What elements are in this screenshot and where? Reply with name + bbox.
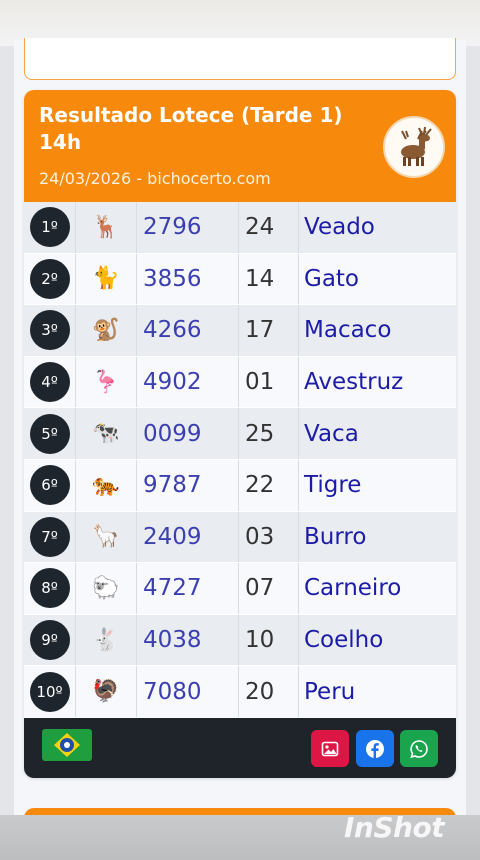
card-footer — [24, 718, 456, 778]
deer-icon — [383, 116, 445, 178]
group-number: 01 — [238, 356, 298, 408]
result-number: 2409 — [136, 511, 238, 563]
brazil-flag-icon[interactable] — [42, 729, 92, 761]
position-badge: 8º — [29, 568, 70, 609]
group-number: 25 — [238, 408, 298, 459]
result-number: 4902 — [136, 356, 238, 408]
group-number: 22 — [238, 460, 298, 511]
result-number: 2796 — [136, 202, 238, 253]
share-image-button[interactable] — [311, 730, 349, 767]
position-badge: 10º — [29, 671, 70, 712]
share-facebook-button[interactable] — [356, 730, 394, 767]
results-table: 1º 🦌 2796 24 Veado 2º 🐈 3856 14 Gato 3º … — [24, 202, 456, 718]
result-number: 4038 — [136, 614, 238, 666]
position-badge: 7º — [29, 516, 70, 557]
table-row: 8º 🐑 4727 07 Carneiro — [24, 563, 456, 615]
animal-name: Peru — [298, 666, 456, 717]
group-number: 03 — [238, 511, 298, 563]
group-number: 20 — [238, 666, 298, 717]
position-badge: 3º — [29, 310, 70, 351]
card-header: Resultado Lotece (Tarde 1) 14h 24/03/202… — [24, 90, 456, 202]
result-number: 9787 — [136, 460, 238, 511]
animal-emoji: 🐑 — [75, 563, 136, 614]
animal-name: Carneiro — [298, 563, 456, 614]
animal-emoji: 🦃 — [75, 666, 136, 717]
position-badge: 1º — [29, 207, 70, 248]
result-number: 3856 — [136, 253, 238, 305]
animal-name: Gato — [298, 253, 456, 305]
position-badge: 9º — [29, 620, 70, 661]
animal-emoji: 🦩 — [75, 356, 136, 408]
position-badge: 4º — [29, 362, 70, 403]
animal-name: Avestruz — [298, 356, 456, 408]
group-number: 14 — [238, 253, 298, 305]
table-row: 6º 🐅 9787 22 Tigre — [24, 460, 456, 512]
table-row: 1º 🦌 2796 24 Veado — [24, 202, 456, 254]
animal-name: Tigre — [298, 460, 456, 511]
group-number: 07 — [238, 563, 298, 614]
position-badge: 2º — [29, 258, 70, 299]
watermark-logo: InShot — [344, 811, 445, 844]
whatsapp-icon — [410, 739, 428, 758]
image-icon — [321, 741, 339, 756]
table-row: 4º 🦩 4902 01 Avestruz — [24, 356, 456, 409]
group-number: 24 — [238, 202, 298, 253]
position-badge: 5º — [29, 413, 70, 454]
animal-name: Veado — [298, 202, 456, 253]
table-row: 3º 🐒 4266 17 Macaco — [24, 305, 456, 357]
animal-emoji: 🐇 — [75, 614, 136, 666]
card-title: Resultado Lotece (Tarde 1) 14h — [39, 103, 343, 154]
animal-emoji: 🐅 — [75, 460, 136, 511]
table-row: 5º 🐄 0099 25 Vaca — [24, 408, 456, 460]
group-number: 10 — [238, 614, 298, 666]
position-badge: 6º — [29, 465, 70, 506]
animal-emoji: 🦙 — [75, 511, 136, 563]
table-row: 10º 🦃 7080 20 Peru — [24, 666, 456, 718]
card-subtitle: 24/03/2026 - bichocerto.com — [39, 169, 271, 188]
table-row: 7º 🦙 2409 03 Burro — [24, 511, 456, 564]
animal-emoji: 🐄 — [75, 408, 136, 459]
result-card: Resultado Lotece (Tarde 1) 14h 24/03/202… — [24, 90, 456, 778]
facebook-icon — [366, 739, 384, 758]
animal-name: Coelho — [298, 614, 456, 666]
animal-name: Burro — [298, 511, 456, 563]
animal-emoji: 🐈 — [75, 253, 136, 305]
table-row: 9º 🐇 4038 10 Coelho — [24, 614, 456, 667]
result-number: 0099 — [136, 408, 238, 459]
previous-card — [24, 38, 456, 80]
group-number: 17 — [238, 305, 298, 356]
share-whatsapp-button[interactable] — [400, 730, 438, 767]
animal-emoji: 🐒 — [75, 305, 136, 356]
table-row: 2º 🐈 3856 14 Gato — [24, 253, 456, 306]
result-number: 7080 — [136, 666, 238, 717]
animal-name: Vaca — [298, 408, 456, 459]
result-number: 4727 — [136, 563, 238, 614]
animal-emoji: 🦌 — [75, 202, 136, 253]
animal-name: Macaco — [298, 305, 456, 356]
result-number: 4266 — [136, 305, 238, 356]
